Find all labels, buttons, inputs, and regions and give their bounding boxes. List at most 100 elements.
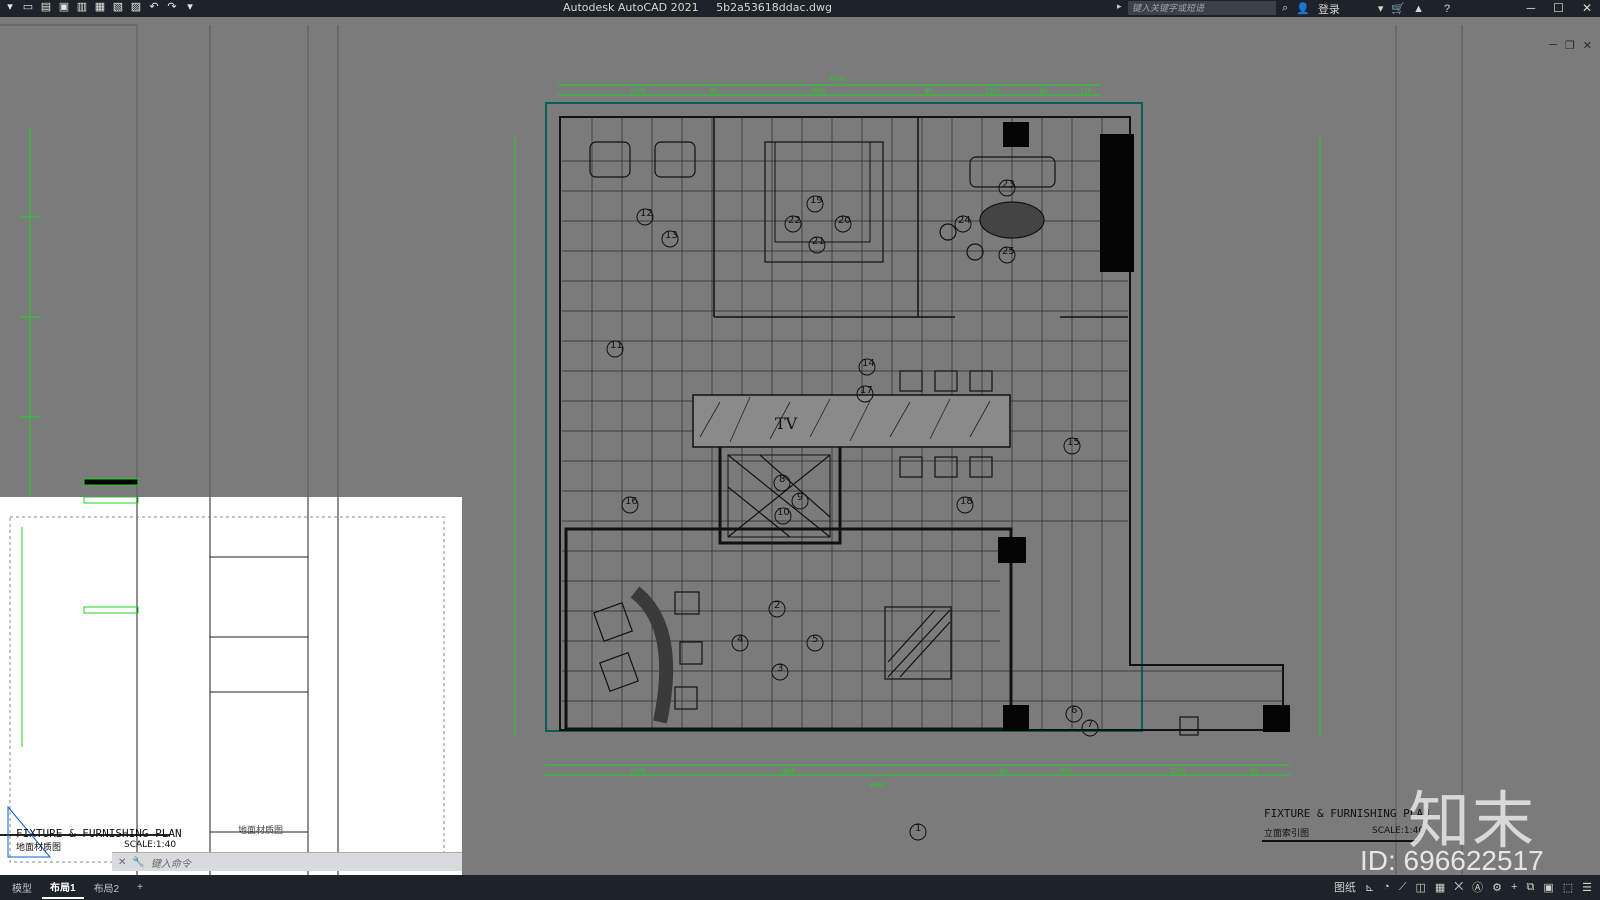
add-icon[interactable]: + — [1511, 881, 1517, 893]
svg-text:5: 5 — [812, 634, 818, 645]
svg-text:4: 4 — [737, 634, 743, 645]
plot-icon[interactable]: ▦ — [94, 1, 106, 14]
polar-icon[interactable]: ◔ — [1383, 881, 1390, 893]
svg-text:80: 80 — [1000, 768, 1008, 775]
svg-text:14: 14 — [862, 358, 875, 369]
svg-text:15: 15 — [1067, 437, 1080, 448]
help-icon[interactable]: ? — [1444, 3, 1450, 15]
left-sheet-name: 地面材质图 — [238, 826, 284, 836]
svg-text:11: 11 — [610, 340, 623, 351]
close-icon[interactable]: ✕ — [1582, 0, 1592, 16]
open-file-icon[interactable]: ▤ — [40, 1, 52, 14]
svg-text:1800: 1800 — [810, 88, 825, 95]
svg-text:20: 20 — [838, 215, 851, 226]
svg-text:9: 9 — [797, 492, 803, 503]
app-title: Autodesk AutoCAD 2021 — [563, 1, 699, 14]
paper-drawing — [0, 497, 445, 875]
customization-icon[interactable]: ☰ — [1582, 881, 1592, 894]
right-sheet-subtitle: 立面索引图 — [1264, 829, 1310, 839]
svg-text:16: 16 — [625, 496, 638, 507]
tag-24: 24 — [954, 215, 972, 233]
add-layout-icon[interactable]: + — [129, 879, 151, 896]
svg-text:3: 3 — [777, 663, 783, 674]
save-icon[interactable]: ▣ — [58, 1, 70, 14]
tag-12: 12 — [636, 208, 654, 226]
hardware-accel-icon[interactable]: ▣ — [1543, 881, 1553, 894]
tab-model[interactable]: 模型 — [4, 877, 40, 898]
search-icon[interactable]: ⌕ — [1282, 2, 1288, 15]
title-bar: ▾ ▭ ▤ ▣ ▥ ▦ ▧ ▨ ↶ ↷ ▾ Autodesk AutoCAD 2… — [0, 0, 1600, 17]
customize-qat-icon[interactable]: ▾ — [184, 1, 196, 14]
drawing-canvas[interactable]: ─ ❐ ✕ 1500 80 1800 6630 80 1200 80 120 1… — [0, 17, 1600, 875]
svg-text:2: 2 — [774, 600, 780, 611]
svg-text:22: 22 — [788, 215, 801, 226]
left-sheet-scale: SCALE:1:40 — [124, 840, 177, 850]
svg-text:6980: 6980 — [870, 782, 885, 789]
undo-icon[interactable]: ↶ — [148, 1, 160, 14]
tag-16: 16 — [621, 496, 639, 514]
tag-22: 22 — [784, 215, 802, 233]
svg-text:12: 12 — [640, 208, 653, 219]
print-icon[interactable]: ▨ — [130, 1, 142, 14]
chevron-down-icon[interactable]: ▾ — [1378, 2, 1384, 15]
svg-text:80: 80 — [1040, 88, 1048, 95]
tab-layout1[interactable]: 布局1 — [42, 876, 84, 899]
svg-text:120: 120 — [1080, 88, 1092, 95]
tag-18: 18 — [956, 496, 974, 514]
tag-10: 10 — [774, 507, 792, 525]
save-as-icon[interactable]: ▥ — [76, 1, 88, 14]
clean-screen-icon[interactable]: ⬚ — [1563, 881, 1573, 894]
svg-text:80: 80 — [710, 88, 718, 95]
isodraft-icon[interactable]: ⟋ — [1399, 881, 1407, 894]
customize-cmd-icon[interactable]: 🔧 — [132, 857, 144, 868]
right-sheet-title: FIXTURE & FURNISHING PLAN — [1264, 807, 1430, 820]
search-input[interactable]: 键入关键字或短语 — [1128, 1, 1276, 15]
svg-text:1200: 1200 — [630, 768, 645, 775]
svg-text:23: 23 — [1002, 179, 1015, 190]
tab-layout2[interactable]: 布局2 — [86, 877, 128, 898]
tag-7: 7 — [1081, 719, 1099, 737]
osnap-icon[interactable]: ◫ — [1416, 881, 1426, 894]
command-input[interactable]: 键入命令 — [151, 855, 191, 870]
svg-text:8: 8 — [779, 474, 785, 485]
publish-icon[interactable]: ▧ — [112, 1, 124, 14]
annotation-scale-icon[interactable]: Ⓐ — [1472, 879, 1483, 895]
snap-icon[interactable]: ⊾ — [1365, 881, 1374, 894]
tag-8: 8 — [773, 474, 791, 492]
svg-text:24: 24 — [958, 215, 971, 226]
tag-14: 14 — [858, 358, 876, 376]
svg-text:1200: 1200 — [1170, 768, 1185, 775]
svg-text:1200: 1200 — [985, 88, 1000, 95]
maximize-icon[interactable]: ☐ — [1553, 0, 1564, 16]
app-menu-icon[interactable]: ▾ — [4, 1, 16, 14]
annotation-visibility-icon[interactable]: ⨉ — [1454, 881, 1463, 894]
svg-text:10: 10 — [777, 507, 790, 518]
tag-25: 25 — [998, 246, 1016, 264]
redo-icon[interactable]: ↷ — [166, 1, 178, 14]
user-icon[interactable]: 👤 — [1296, 2, 1310, 15]
login-button[interactable]: 登录 — [1318, 1, 1340, 17]
search-expand-icon[interactable]: ▸ — [1117, 1, 1122, 12]
close-cmd-icon[interactable]: ✕ — [118, 857, 126, 868]
svg-text:1: 1 — [915, 823, 921, 834]
lineweight-icon[interactable]: ▦ — [1435, 881, 1445, 894]
window-title: Autodesk AutoCAD 2021 5b2a53618ddac.dwg — [563, 1, 846, 14]
autodesk-account-icon[interactable]: ▲ — [1413, 3, 1424, 15]
svg-text:1500: 1500 — [630, 88, 645, 95]
workspace-icon[interactable]: ⚙ — [1492, 881, 1502, 894]
svg-text:18: 18 — [960, 496, 973, 507]
minimize-icon[interactable]: ─ — [1527, 0, 1536, 16]
tag-2: 2 — [768, 600, 786, 618]
isolate-icon[interactable]: ⧉ — [1526, 881, 1534, 894]
new-file-icon[interactable]: ▭ — [22, 1, 34, 14]
paper-space-toggle[interactable]: 图纸 — [1334, 879, 1356, 895]
cart-icon[interactable]: 🛒 — [1391, 2, 1405, 15]
svg-text:900: 900 — [1060, 768, 1072, 775]
tag-21: 21 — [808, 236, 826, 254]
svg-text:80: 80 — [925, 88, 933, 95]
tag-13: 13 — [661, 230, 679, 248]
svg-text:6: 6 — [1071, 705, 1077, 716]
command-line[interactable]: ✕ 🔧 键入命令 — [112, 852, 462, 871]
svg-text:17: 17 — [860, 385, 873, 396]
tag-19: 19 — [806, 195, 824, 213]
